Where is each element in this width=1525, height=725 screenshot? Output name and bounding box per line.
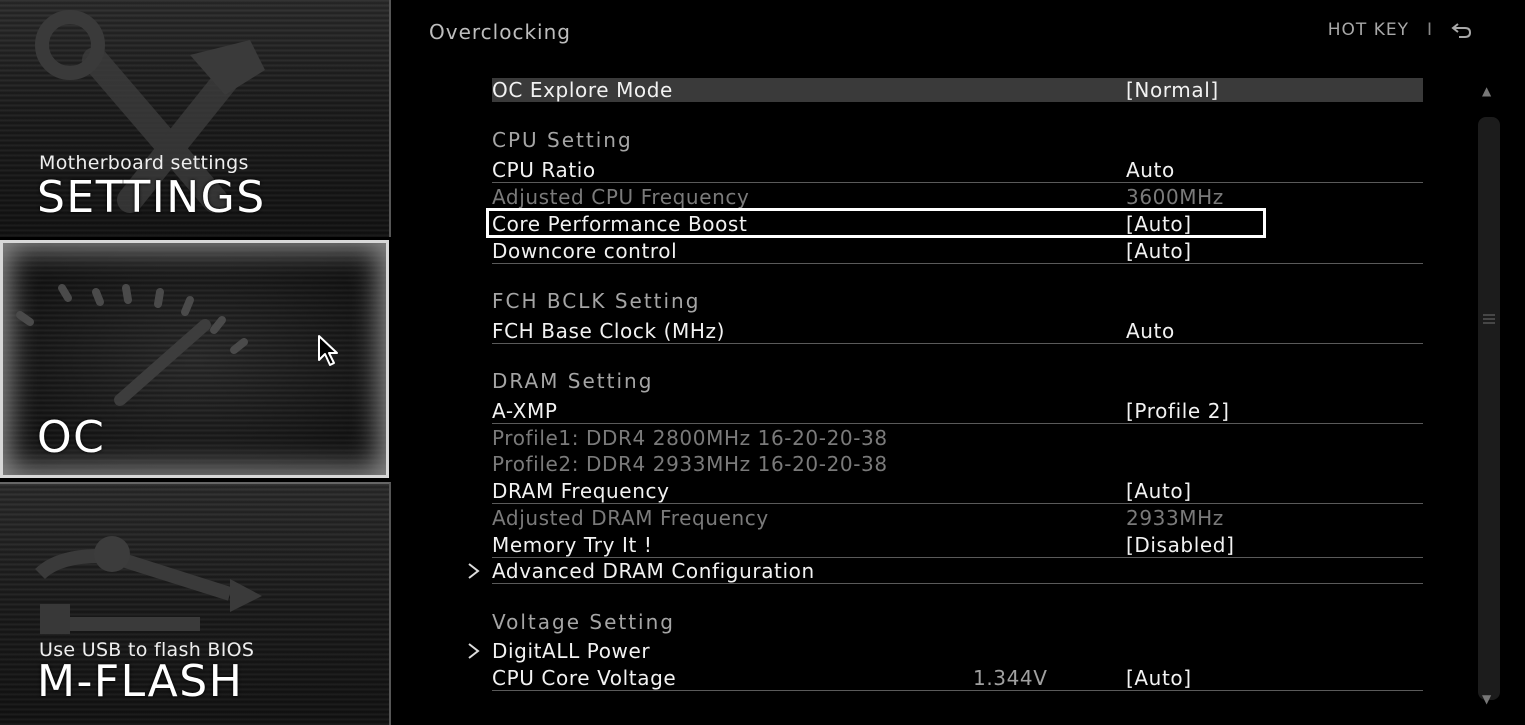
row-value: [Auto] [1126,666,1192,690]
oc-explore-mode-row[interactable]: OC Explore Mode [Normal] [492,78,1423,102]
row-label: CPU Core Voltage [492,666,677,690]
current-voltage: 1.344V [973,666,1048,690]
row-label: Memory Try It ! [492,533,653,557]
profile2-row: Profile2: DDR4 2933MHz 16-20-20-38 [492,452,1423,476]
row-label: DRAM Frequency [492,479,670,503]
voltage-setting-header: Voltage Setting [492,610,1423,634]
cpu-setting-header: CPU Setting [492,128,1423,152]
scrollbar[interactable] [1478,117,1500,700]
submenu-arrow-icon [468,563,480,579]
row-value: 2933MHz [1126,506,1224,530]
section-label: DRAM Setting [492,369,654,393]
row-label: Profile1: DDR4 2800MHz 16-20-20-38 [492,426,888,450]
row-value: [Auto] [1126,239,1192,263]
row-value: 3600MHz [1126,185,1224,209]
sidebar: Motherboard settings SETTINGS OC Use USB… [0,0,391,725]
cpu-core-voltage-row[interactable]: CPU Core Voltage 1.344V [Auto] [492,666,1423,691]
oc-title: OC [37,412,106,463]
dram-frequency-row[interactable]: DRAM Frequency [Auto] [492,479,1423,504]
row-value: Auto [1126,158,1175,182]
memory-try-it-row[interactable]: Memory Try It ! [Disabled] [492,533,1423,558]
settings-panel[interactable]: Motherboard settings SETTINGS [0,0,391,237]
row-label: CPU Ratio [492,158,596,182]
profile1-row: Profile1: DDR4 2800MHz 16-20-20-38 [492,426,1423,450]
row-value: Auto [1126,319,1175,343]
row-label: OC Explore Mode [492,78,673,102]
scroll-up-arrow-icon[interactable]: ▲ [1482,84,1491,98]
digitall-power-row[interactable]: DigitALL Power [468,639,1423,663]
a-xmp-row[interactable]: A-XMP [Profile 2] [492,399,1423,424]
row-label: A-XMP [492,399,558,423]
row-label: Adjusted DRAM Frequency [492,506,769,530]
mouse-cursor-icon [318,335,338,366]
submenu-arrow-icon [468,643,480,659]
section-label: Voltage Setting [492,610,675,634]
scrollbar-grip-icon[interactable] [1482,312,1496,326]
row-value: [Normal] [1126,78,1219,102]
settings-title: SETTINGS [37,172,266,223]
scroll-down-arrow-icon[interactable]: ▼ [1482,692,1491,706]
dram-setting-header: DRAM Setting [492,369,1423,393]
adjusted-cpu-frequency-row: Adjusted CPU Frequency 3600MHz [492,185,1423,209]
adjusted-dram-frequency-row: Adjusted DRAM Frequency 2933MHz [492,506,1423,530]
row-value: [Profile 2] [1126,399,1230,423]
row-value: [Disabled] [1126,533,1235,557]
row-label: Downcore control [492,239,678,263]
row-value: [Auto] [1126,479,1192,503]
mflash-panel[interactable]: Use USB to flash BIOS M-FLASH [0,482,391,725]
settings-list: OC Explore Mode [Normal] CPU Setting CPU… [391,0,1500,723]
advanced-dram-configuration-row[interactable]: Advanced DRAM Configuration [468,559,1423,584]
downcore-control-row[interactable]: Downcore control [Auto] [492,239,1423,264]
settings-subtitle: Motherboard settings [39,152,249,174]
row-label: Advanced DRAM Configuration [492,559,815,583]
row-label: Profile2: DDR4 2933MHz 16-20-20-38 [492,452,888,476]
mflash-title: M-FLASH [37,656,244,707]
section-label: CPU Setting [492,128,633,152]
section-label: FCH BCLK Setting [492,289,701,313]
cpu-ratio-row[interactable]: CPU Ratio Auto [492,158,1423,183]
fch-bclk-setting-header: FCH BCLK Setting [492,289,1423,313]
selection-highlight-box [486,208,1266,238]
main-panel: Overclocking HOT KEY I OC Explore Mode [… [391,0,1525,723]
row-label: DigitALL Power [492,639,651,663]
row-label: FCH Base Clock (MHz) [492,319,726,343]
row-label: Adjusted CPU Frequency [492,185,750,209]
fch-base-clock-row[interactable]: FCH Base Clock (MHz) Auto [492,319,1423,344]
